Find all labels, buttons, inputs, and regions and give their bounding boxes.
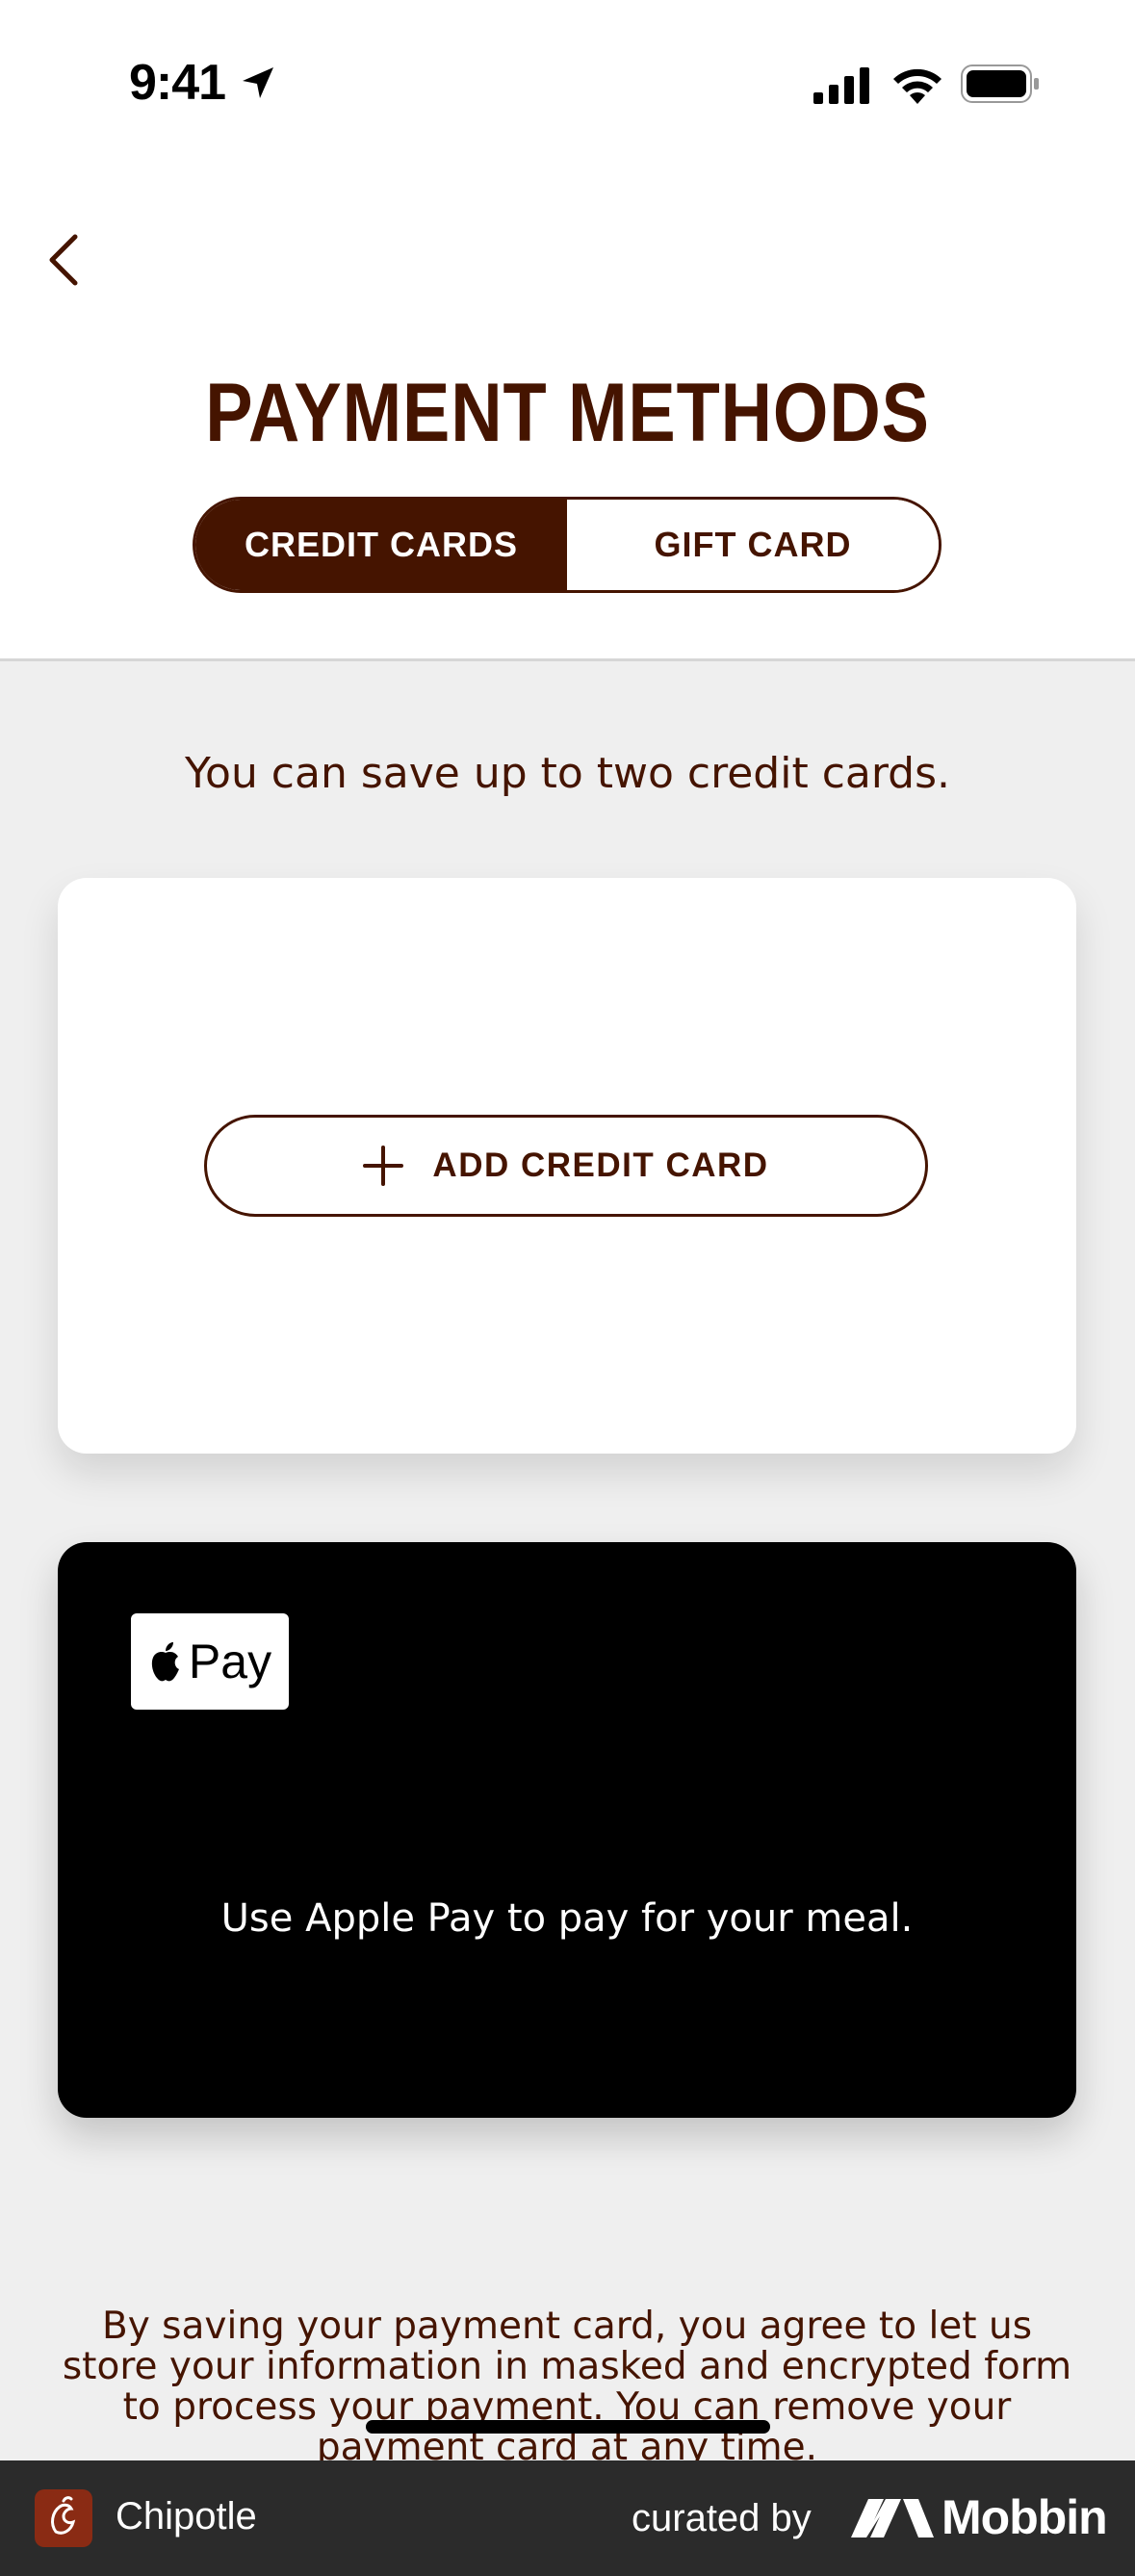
footer-curated-by: curated by (632, 2497, 812, 2539)
apple-pay-logo: Pay (131, 1613, 289, 1710)
add-credit-card-button[interactable]: ADD CREDIT CARD (204, 1115, 928, 1217)
header: PAYMENT METHODS CREDIT CARDS GIFT CARD (0, 164, 1135, 661)
tab-credit-cards[interactable]: CREDIT CARDS (195, 500, 567, 590)
back-chevron-icon[interactable] (39, 221, 96, 298)
add-credit-card-panel: ADD CREDIT CARD (58, 878, 1076, 1454)
add-credit-card-label: ADD CREDIT CARD (432, 1146, 769, 1184)
chipotle-logo-icon (35, 2489, 92, 2547)
tab-gift-card[interactable]: GIFT CARD (567, 500, 939, 590)
footer-brand: Mobbin (942, 2490, 1108, 2544)
footer-app-name: Chipotle (116, 2495, 257, 2537)
cellular-signal-icon (813, 67, 869, 104)
apple-logo-icon (151, 1642, 179, 1682)
apple-pay-description: Use Apple Pay to pay for your meal. (220, 1896, 914, 1941)
plus-icon (363, 1146, 404, 1186)
status-time: 9:41 (129, 55, 226, 111)
apple-pay-card[interactable]: Pay Use Apple Pay to pay for your meal. (58, 1542, 1076, 2118)
wifi-icon (893, 68, 942, 104)
home-indicator (366, 2420, 770, 2434)
payment-type-segmented-control: CREDIT CARDS GIFT CARD (193, 497, 942, 593)
mobbin-logo-icon (851, 2499, 934, 2537)
status-bar: 9:41 (0, 0, 1135, 164)
credit-card-limit-info: You can save up to two credit cards. (184, 749, 951, 798)
apple-pay-badge-text: Pay (188, 1635, 272, 1688)
battery-icon (961, 64, 1039, 103)
location-arrow-icon (243, 67, 273, 98)
page-title: PAYMENT METHODS (205, 367, 930, 459)
footer-bar: Chipotle curated by Mobbin (0, 2460, 1135, 2576)
legal-disclaimer: By saving your payment card, you agree t… (62, 2305, 1072, 2469)
